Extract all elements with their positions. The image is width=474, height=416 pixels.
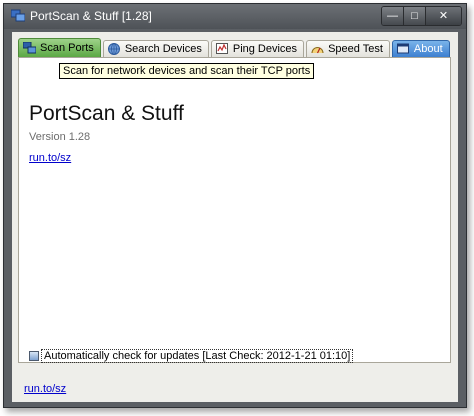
tab-label: Scan Ports <box>40 42 94 54</box>
homepage-link[interactable]: run.to/sz <box>29 152 71 164</box>
app-name-heading: PortScan & Stuff <box>29 102 184 125</box>
ping-icon <box>215 43 228 54</box>
title-bar[interactable]: PortScan & Stuff [1.28] — □ ✕ <box>4 4 466 29</box>
client-area: Scan Ports Search Devices Ping Devices S… <box>12 32 458 402</box>
portscan-app-icon <box>11 9 25 22</box>
auto-update-option[interactable]: Automatically check for updates [Last Ch… <box>29 349 354 363</box>
tab-search-devices[interactable]: Search Devices <box>102 40 209 57</box>
footer-link[interactable]: run.to/sz <box>24 383 66 395</box>
globe-icon <box>107 43 120 55</box>
auto-update-label[interactable]: Automatically check for updates [Last Ch… <box>41 349 354 363</box>
tab-label: Ping Devices <box>232 43 298 55</box>
app-window: PortScan & Stuff [1.28] — □ ✕ Scan Ports <box>3 3 467 408</box>
tab-label: About <box>413 43 443 55</box>
close-button[interactable]: ✕ <box>425 7 461 25</box>
auto-update-checkbox[interactable] <box>29 351 39 361</box>
window-title: PortScan & Stuff [1.28] <box>30 9 152 23</box>
about-icon <box>396 43 409 54</box>
tab-label: Search Devices <box>124 43 202 55</box>
tab-ping-devices[interactable]: Ping Devices <box>210 40 305 57</box>
window-controls: — □ ✕ <box>381 6 462 26</box>
minimize-button[interactable]: — <box>382 7 403 25</box>
tab-strip: Scan Ports Search Devices Ping Devices S… <box>18 38 452 57</box>
speedometer-icon <box>311 47 324 54</box>
tab-speed-test[interactable]: Speed Test <box>306 40 390 57</box>
about-panel: Scan for network devices and scan their … <box>18 57 451 363</box>
tab-label: Speed Test <box>328 43 383 55</box>
tab-tooltip: Scan for network devices and scan their … <box>59 63 315 79</box>
maximize-button[interactable]: □ <box>403 7 425 25</box>
tab-about[interactable]: About <box>391 40 450 57</box>
scan-ports-icon <box>23 42 36 54</box>
tab-scan-ports[interactable]: Scan Ports <box>18 38 101 57</box>
version-text: Version 1.28 <box>29 131 91 143</box>
